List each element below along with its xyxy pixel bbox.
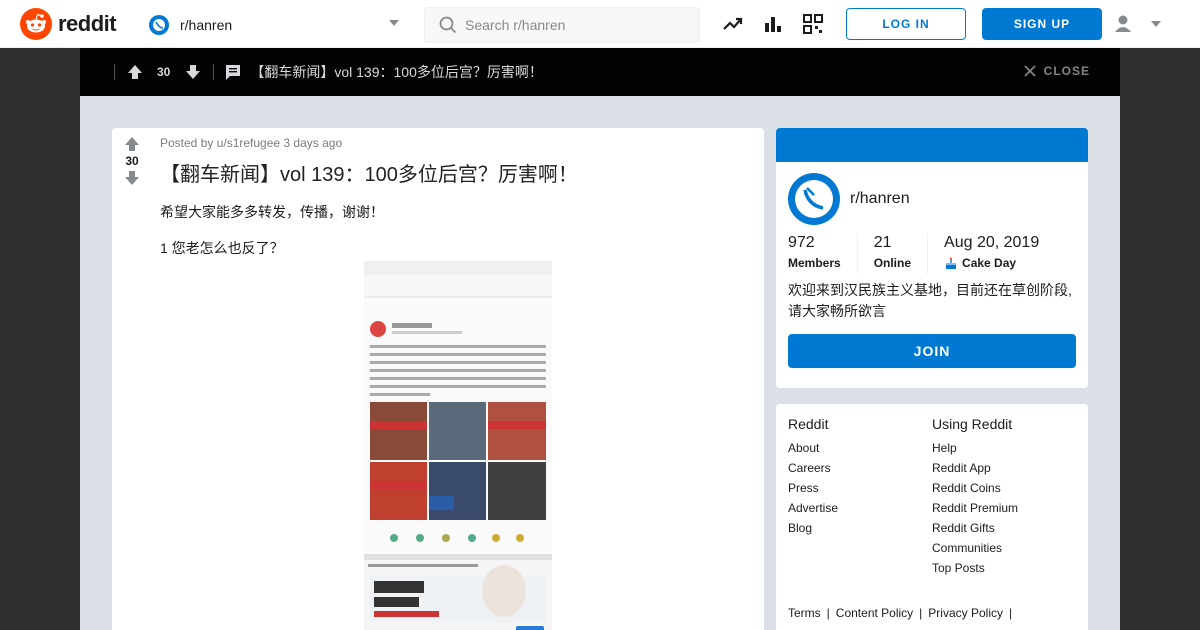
online-label: Online bbox=[873, 256, 912, 270]
vote-column: 30 bbox=[112, 136, 152, 186]
footer-legal-links: Terms | Content Policy | Privacy Policy … bbox=[788, 606, 1012, 620]
cake-day-label: Cake Day bbox=[962, 256, 1017, 270]
upvote-icon[interactable] bbox=[124, 136, 140, 152]
separator: | bbox=[826, 606, 830, 620]
footer-link-careers[interactable]: Careers bbox=[788, 458, 838, 478]
downvote-icon[interactable] bbox=[124, 170, 140, 186]
separator: | bbox=[919, 606, 923, 620]
separator: | bbox=[1008, 606, 1013, 620]
footer-link-communities[interactable]: Communities bbox=[932, 538, 1018, 558]
footer-link-help[interactable]: Help bbox=[932, 438, 1018, 458]
post-card: 30 Posted by u/s1refugee 3 days ago 【翻车新… bbox=[112, 128, 764, 630]
chevron-down-icon bbox=[1151, 21, 1161, 27]
footer-link-reddit-gifts[interactable]: Reddit Gifts bbox=[932, 518, 1018, 538]
community-name[interactable]: r/hanren bbox=[850, 190, 910, 208]
post-body-line: 希望大家能多多转发，传播，谢谢！ bbox=[160, 204, 384, 220]
divider bbox=[114, 64, 115, 80]
cake-day-date: Aug 20, 2019 bbox=[944, 234, 1040, 251]
online-stat: 21 Online bbox=[873, 234, 929, 274]
reddit-logo[interactable]: reddit bbox=[20, 8, 117, 40]
cake-day-row: Cake Day bbox=[944, 256, 1039, 270]
post-meta: Posted by u/s1refugee 3 days ago bbox=[160, 136, 343, 150]
post-bar-title: 【翻车新闻】vol 139：100多位后宫？厉害啊！ bbox=[250, 64, 543, 80]
signup-button[interactable]: SIGN UP bbox=[982, 8, 1102, 40]
footer-col-using-reddit: Using Reddit Help Reddit App Reddit Coin… bbox=[932, 416, 1018, 578]
search-input[interactable] bbox=[465, 17, 685, 33]
post-body-line: 1 您老怎么也反了？ bbox=[160, 240, 284, 256]
join-button[interactable]: JOIN bbox=[788, 334, 1076, 368]
close-label: CLOSE bbox=[1043, 64, 1090, 78]
search-bar[interactable] bbox=[424, 7, 700, 43]
post-top-bar: 30 【翻车新闻】vol 139：100多位后宫？厉害啊！ CLOSE bbox=[80, 48, 1120, 96]
top-header: reddit r/hanren LOG IN SIGN UP bbox=[0, 0, 1200, 48]
subreddit-switcher[interactable]: r/hanren bbox=[148, 12, 400, 38]
close-icon bbox=[1024, 65, 1036, 77]
post-score: 30 bbox=[157, 65, 171, 79]
qr-code-icon[interactable] bbox=[802, 13, 824, 35]
leaderboard-icon[interactable] bbox=[762, 13, 784, 35]
reddit-alien-icon bbox=[20, 8, 52, 40]
post-image[interactable] bbox=[364, 261, 552, 630]
user-icon bbox=[1115, 15, 1131, 32]
footer-link-content-policy[interactable]: Content Policy bbox=[836, 606, 913, 620]
chevron-down-icon bbox=[389, 20, 399, 26]
screenshot-image bbox=[364, 261, 552, 630]
members-count: 972 bbox=[788, 234, 815, 251]
footer-card: Reddit About Careers Press Advertise Blo… bbox=[776, 404, 1088, 630]
post-title: 【翻车新闻】vol 139：100多位后宫？厉害啊！ bbox=[160, 164, 578, 186]
trending-icon[interactable] bbox=[722, 13, 744, 35]
search-icon bbox=[439, 16, 457, 34]
vote-score: 30 bbox=[125, 154, 139, 168]
footer-col-reddit: Reddit About Careers Press Advertise Blo… bbox=[788, 416, 838, 538]
footer-link-reddit-premium[interactable]: Reddit Premium bbox=[932, 498, 1018, 518]
content-area: 30 Posted by u/s1refugee 3 days ago 【翻车新… bbox=[80, 96, 1120, 630]
community-stats: 972 Members 21 Online Aug 20, 2019 Cake … bbox=[788, 234, 1076, 274]
community-header: r/hanren bbox=[788, 173, 910, 225]
community-card: r/hanren 972 Members 21 Online Aug 20, 2… bbox=[776, 128, 1088, 388]
footer-link-press[interactable]: Press bbox=[788, 478, 838, 498]
footer-link-reddit-app[interactable]: Reddit App bbox=[932, 458, 1018, 478]
subreddit-switcher-label: r/hanren bbox=[180, 17, 233, 33]
online-count: 21 bbox=[873, 234, 892, 251]
footer-link-terms[interactable]: Terms bbox=[788, 606, 821, 620]
community-banner bbox=[776, 128, 1088, 162]
reddit-wordmark: reddit bbox=[58, 11, 117, 36]
login-button[interactable]: LOG IN bbox=[846, 8, 966, 40]
members-stat: 972 Members bbox=[788, 234, 858, 274]
footer-link-privacy-policy[interactable]: Privacy Policy bbox=[928, 606, 1003, 620]
upvote-icon[interactable] bbox=[127, 64, 143, 80]
comment-icon bbox=[226, 65, 241, 80]
footer-link-advertise[interactable]: Advertise bbox=[788, 498, 838, 518]
divider bbox=[213, 64, 215, 80]
community-icon bbox=[788, 173, 840, 225]
footer-col-title: Reddit bbox=[788, 416, 829, 432]
footer-link-blog[interactable]: Blog bbox=[788, 518, 838, 538]
footer-col-title: Using Reddit bbox=[932, 416, 1013, 432]
cake-icon bbox=[946, 257, 957, 269]
footer-link-about[interactable]: About bbox=[788, 438, 838, 458]
footer-link-top-posts[interactable]: Top Posts bbox=[932, 558, 1018, 578]
subreddit-icon bbox=[149, 15, 169, 35]
community-description: 欢迎来到汉民族主义基地，目前还在草创阶段,请大家畅所欲言 bbox=[788, 282, 1072, 319]
footer-link-reddit-coins[interactable]: Reddit Coins bbox=[932, 478, 1018, 498]
cake-day-stat: Aug 20, 2019 Cake Day bbox=[944, 234, 1055, 274]
members-label: Members bbox=[788, 256, 841, 270]
downvote-icon[interactable] bbox=[185, 64, 201, 80]
user-dropdown[interactable] bbox=[1112, 12, 1162, 36]
close-button[interactable]: CLOSE bbox=[1024, 64, 1090, 78]
